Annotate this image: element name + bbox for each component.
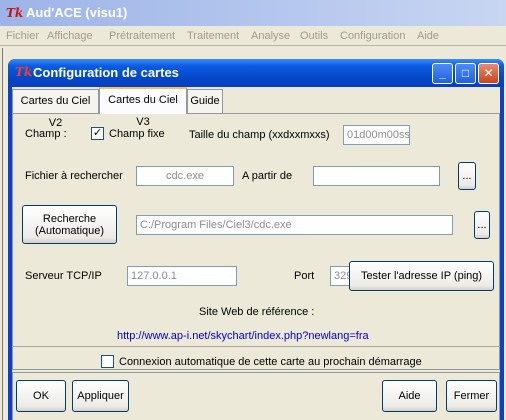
a-partir-de-input[interactable] bbox=[313, 166, 440, 186]
site-web-label: Site Web de référence : bbox=[199, 306, 315, 318]
fichier-input[interactable]: cdc.exe bbox=[136, 166, 234, 186]
taille-champ-input[interactable]: 01d00m00ss bbox=[343, 125, 410, 145]
menu-configuration[interactable]: Configuration bbox=[340, 30, 405, 42]
close-icon[interactable]: ✕ bbox=[478, 63, 499, 84]
separator bbox=[12, 346, 500, 347]
tk-dialog-icon: Tk bbox=[15, 65, 33, 79]
champ-fixe-label: Champ fixe bbox=[109, 128, 165, 140]
serveur-label: Serveur TCP/IP bbox=[25, 270, 102, 282]
tk-app-icon: Tk bbox=[6, 6, 24, 20]
serveur-input[interactable]: 127.0.0.1 bbox=[127, 266, 237, 286]
tab-cartes-du-ciel-v3[interactable]: Cartes du Ciel V3 bbox=[99, 87, 187, 128]
close-button[interactable]: Fermer bbox=[446, 380, 497, 412]
champ-label: Champ : bbox=[25, 128, 67, 140]
menu-affichage[interactable]: Affichage bbox=[47, 30, 93, 42]
a-partir-de-label: A partir de bbox=[242, 170, 293, 182]
parent-title-bar[interactable]: Tk Aud'ACE (visu1) bbox=[0, 0, 506, 26]
menu-fichier[interactable]: Fichier bbox=[6, 30, 39, 42]
minimize-icon[interactable]: _ bbox=[432, 63, 453, 84]
ok-button[interactable]: OK bbox=[16, 380, 66, 412]
menu-pretraitement[interactable]: Prétraitement bbox=[109, 30, 175, 42]
port-label: Port bbox=[294, 270, 315, 282]
ping-button[interactable]: Tester l'adresse IP (ping) bbox=[349, 261, 494, 291]
taille-champ-label: Taille du champ (xxdxxmxxs) bbox=[189, 129, 330, 141]
menu-outils[interactable]: Outils bbox=[300, 30, 328, 42]
autoconnect-label: Connexion automatique de cette carte au … bbox=[119, 356, 422, 368]
site-web-link[interactable]: http://www.ap-i.net/skychart/index.php?n… bbox=[117, 330, 369, 342]
help-button[interactable]: Aide bbox=[382, 380, 437, 412]
maximize-icon[interactable]: □ bbox=[455, 63, 476, 84]
menu-traitement[interactable]: Traitement bbox=[187, 30, 239, 42]
autoconnect-checkbox[interactable] bbox=[101, 355, 114, 368]
browse-path-button[interactable]: ... bbox=[474, 211, 490, 239]
browse-folder-button[interactable]: ... bbox=[458, 162, 476, 190]
recherche-line1: Recherche bbox=[42, 212, 97, 225]
menu-aide[interactable]: Aide bbox=[417, 30, 439, 42]
tab-cartes-du-ciel-v2[interactable]: Cartes du Ciel V2 bbox=[12, 89, 99, 129]
recherche-automatique-button[interactable]: Recherche (Automatique) bbox=[22, 205, 117, 244]
recherche-line2: (Automatique) bbox=[34, 224, 105, 237]
path-input[interactable]: C:/Program Files/Ciel3/cdc.exe bbox=[136, 215, 453, 235]
parent-menu-bar: Fichier Affichage Prétraitement Traiteme… bbox=[0, 26, 506, 46]
fichier-label: Fichier à rechercher bbox=[25, 170, 123, 182]
parent-window-title: Aud'ACE (visu1) bbox=[26, 5, 128, 20]
apply-button[interactable]: Appliquer bbox=[72, 380, 129, 412]
menu-analyse[interactable]: Analyse bbox=[251, 30, 290, 42]
champ-fixe-checkbox[interactable]: ✓ bbox=[91, 127, 104, 140]
dialog-title-bar[interactable]: Tk Configuration de cartes _ □ ✕ bbox=[8, 59, 504, 87]
tab-guide[interactable]: Guide bbox=[187, 89, 223, 113]
dialog-title: Configuration de cartes bbox=[33, 65, 179, 80]
